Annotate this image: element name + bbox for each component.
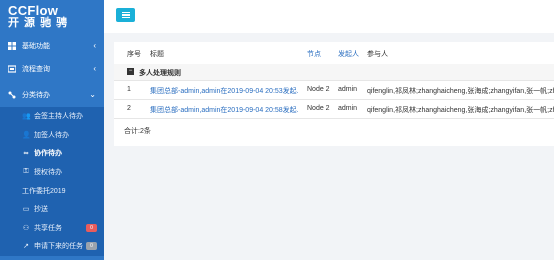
row-no: 1 bbox=[127, 86, 131, 93]
row-title-link[interactable]: 集团总部-admin,admin在2019-09-04 20:53发起. bbox=[150, 86, 299, 96]
sidebar: CCFlow 开 源 驰 骋 基础功能 ‹ 流程查询 ‹ 分类待办 ⌄ 👥 会签… bbox=[0, 0, 104, 260]
chevron-down-icon: ⌄ bbox=[89, 90, 96, 99]
menu-label: 基础功能 bbox=[22, 42, 50, 50]
sub-item-shared-tasks[interactable]: ⚇ 共享任务 0 bbox=[0, 219, 104, 238]
menu-label: 分类待办 bbox=[22, 91, 50, 99]
task-panel: 序号 标题 节点 发起人 参与人 − 多人处理规则 1 集团总部-admin,a… bbox=[114, 42, 554, 146]
row-no: 2 bbox=[127, 105, 131, 112]
top-bar bbox=[104, 0, 554, 33]
search-flow-icon bbox=[7, 64, 17, 73]
sub-item-delegation[interactable]: 工作委托2019 bbox=[0, 181, 104, 200]
sub-item-applied-tasks[interactable]: ↗ 申请下来的任务 0 bbox=[0, 237, 104, 256]
chevron-left-icon: ‹ bbox=[93, 41, 96, 50]
row-node: Node 2 bbox=[307, 105, 330, 112]
header-participants: 参与人 bbox=[367, 51, 388, 58]
count-badge: 0 bbox=[86, 242, 97, 251]
sub-item-cc[interactable]: ▭ 抄送 bbox=[0, 200, 104, 219]
count-badge: 0 bbox=[86, 223, 97, 232]
row-participants: qifenglin,祁凤林;zhanghaicheng,张海成;zhangyif… bbox=[367, 107, 554, 114]
collapse-icon[interactable]: − bbox=[127, 68, 134, 75]
sub-item-authorized[interactable]: ⚿ 授权待办 bbox=[0, 163, 104, 182]
row-title-link[interactable]: 集团总部-admin,admin在2019-09-04 20:58发起. bbox=[150, 105, 299, 115]
header-starter[interactable]: 发起人 bbox=[338, 49, 359, 59]
total-count: 合计:2条 bbox=[124, 128, 151, 135]
user-add-icon: 👤 bbox=[22, 131, 31, 139]
grid-icon bbox=[8, 41, 16, 50]
row-starter: admin bbox=[338, 86, 358, 93]
user-group-icon: 👥 bbox=[22, 113, 31, 121]
submenu: 👥 会签主持人待办 👤 加签人待办 ∞ 协作待办 ⚿ 授权待办 工作委托2019… bbox=[0, 107, 104, 256]
menu-categorized-todo[interactable]: 分类待办 ⌄ bbox=[0, 82, 104, 107]
flow-icon bbox=[8, 91, 16, 99]
sub-item-countersign-host[interactable]: 👥 会签主持人待办 bbox=[0, 107, 104, 126]
menu-toggle-button[interactable] bbox=[116, 8, 135, 22]
chevron-left-icon: ‹ bbox=[93, 64, 96, 73]
menu-basic-functions[interactable]: 基础功能 ‹ bbox=[0, 36, 104, 55]
chart-icon: ↗ bbox=[23, 243, 29, 251]
share-icon: ⚇ bbox=[22, 224, 30, 232]
sub-item-add-signer[interactable]: 👤 加签人待办 bbox=[0, 126, 104, 145]
table-header: 序号 标题 节点 发起人 参与人 bbox=[114, 42, 554, 65]
hamburger-icon bbox=[121, 12, 130, 14]
brand-slogan: 开 源 驰 骋 bbox=[8, 17, 69, 29]
row-participants: qifenglin,祁凤林;zhanghaicheng,张海成;zhangyif… bbox=[367, 88, 554, 95]
table-row: 2 集团总部-admin,admin在2019-09-04 20:58发起. N… bbox=[114, 100, 554, 119]
table-row: 1 集团总部-admin,admin在2019-09-04 20:53发起. N… bbox=[114, 81, 554, 100]
menu-label: 流程查询 bbox=[22, 65, 50, 73]
group-label: 多人处理规则 bbox=[139, 70, 181, 77]
copy-icon: ▭ bbox=[22, 206, 30, 214]
link-icon: ∞ bbox=[23, 149, 29, 157]
header-no: 序号 bbox=[127, 51, 141, 58]
menu-flow-query[interactable]: 流程查询 ‹ bbox=[0, 55, 104, 82]
row-node: Node 2 bbox=[307, 86, 330, 93]
header-node[interactable]: 节点 bbox=[307, 49, 321, 59]
sub-item-collaboration[interactable]: ∞ 协作待办 bbox=[0, 144, 104, 163]
header-title: 标题 bbox=[150, 51, 164, 58]
brand-logo[interactable]: CCFlow 开 源 驰 骋 bbox=[0, 0, 104, 36]
key-icon: ⚿ bbox=[23, 168, 29, 176]
brand-name: CCFlow bbox=[8, 3, 59, 18]
group-row[interactable]: − 多人处理规则 bbox=[114, 64, 554, 81]
row-starter: admin bbox=[338, 105, 358, 112]
